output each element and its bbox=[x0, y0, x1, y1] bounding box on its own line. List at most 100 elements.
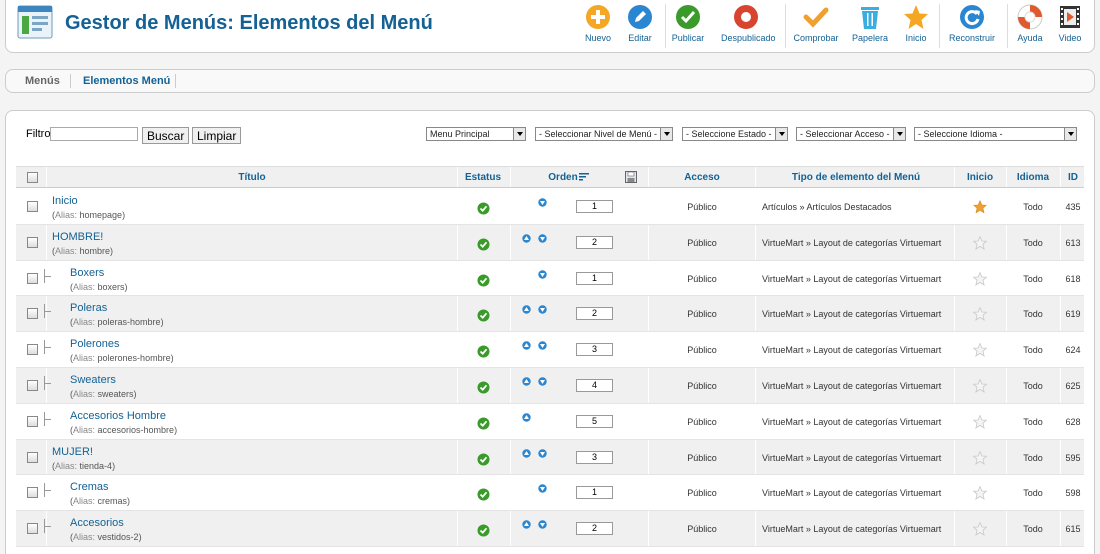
order-down-icon[interactable] bbox=[538, 269, 547, 279]
row-checkbox[interactable] bbox=[27, 308, 38, 320]
access-select[interactable]: - Seleccionar Acceso - bbox=[796, 127, 906, 141]
home-star-outline-icon[interactable] bbox=[972, 521, 988, 537]
order-input[interactable]: 3 bbox=[576, 450, 613, 464]
order-up-icon[interactable] bbox=[522, 520, 531, 529]
level-select[interactable]: - Seleccionar Nivel de Menú - bbox=[535, 127, 673, 141]
order-input[interactable]: 2 bbox=[576, 522, 613, 536]
sort-icon[interactable] bbox=[579, 172, 590, 183]
menu-select[interactable]: Menu Principal bbox=[426, 127, 526, 141]
row-checkbox[interactable] bbox=[27, 344, 38, 356]
column-divider bbox=[648, 368, 649, 403]
order-input[interactable]: 1 bbox=[576, 486, 613, 500]
home-star-outline-icon[interactable] bbox=[972, 342, 988, 358]
alias-value: tienda-4 bbox=[79, 460, 113, 471]
col-type[interactable]: Tipo de elemento del Menú bbox=[792, 172, 920, 183]
row-checkbox[interactable] bbox=[27, 487, 38, 499]
publish-button[interactable]: Publicar bbox=[663, 4, 713, 43]
home-star-outline-icon[interactable] bbox=[972, 306, 988, 322]
item-title-link[interactable]: Polerones bbox=[70, 338, 120, 350]
order-up-icon[interactable] bbox=[522, 377, 531, 386]
order-down-icon[interactable] bbox=[538, 377, 547, 386]
item-title-link[interactable]: Accesorios bbox=[70, 517, 124, 529]
order-up-icon[interactable] bbox=[522, 341, 531, 350]
order-input[interactable]: 4 bbox=[576, 379, 613, 392]
order-down-icon[interactable] bbox=[538, 448, 547, 458]
order-down-icon[interactable] bbox=[538, 234, 547, 243]
published-icon[interactable] bbox=[477, 345, 490, 358]
home-star-outline-icon[interactable] bbox=[972, 414, 988, 429]
item-title-link[interactable]: Sweaters bbox=[70, 374, 116, 386]
published-icon[interactable] bbox=[477, 381, 490, 394]
home-button[interactable]: Inicio bbox=[891, 4, 941, 43]
item-title-link[interactable]: Cremas bbox=[70, 481, 109, 493]
order-down-icon[interactable] bbox=[538, 484, 547, 494]
published-icon[interactable] bbox=[477, 274, 490, 287]
col-title[interactable]: Título bbox=[238, 172, 265, 183]
row-checkbox[interactable] bbox=[27, 201, 38, 212]
col-home[interactable]: Inicio bbox=[967, 172, 993, 183]
unpublish-button[interactable]: Despublicado bbox=[721, 4, 776, 43]
published-icon[interactable] bbox=[477, 202, 490, 215]
order-up-icon[interactable] bbox=[522, 305, 531, 315]
clear-button[interactable]: Limpiar bbox=[192, 127, 242, 144]
order-up-icon[interactable] bbox=[522, 413, 531, 422]
item-title-link[interactable]: Boxers bbox=[70, 267, 104, 279]
order-down-icon[interactable] bbox=[538, 305, 547, 315]
item-title-link[interactable]: Inicio bbox=[52, 195, 78, 207]
order-input[interactable]: 1 bbox=[576, 200, 613, 213]
row-checkbox[interactable] bbox=[27, 272, 38, 284]
home-star-icon[interactable] bbox=[972, 199, 988, 214]
item-title-link[interactable]: Poleras bbox=[70, 302, 107, 314]
order-down-icon[interactable] bbox=[538, 520, 547, 529]
home-star-outline-icon[interactable] bbox=[972, 271, 988, 286]
order-input[interactable]: 2 bbox=[576, 235, 613, 249]
published-icon[interactable] bbox=[477, 453, 490, 466]
row-checkbox[interactable] bbox=[27, 380, 38, 391]
order-down-icon[interactable] bbox=[538, 198, 547, 207]
column-divider bbox=[648, 224, 649, 260]
row-checkbox[interactable] bbox=[27, 523, 38, 535]
rebuild-button[interactable]: Reconstruir bbox=[947, 4, 997, 43]
tree-branch-icon bbox=[44, 304, 56, 319]
select-all-checkbox[interactable] bbox=[27, 172, 38, 183]
order-input[interactable]: 2 bbox=[576, 307, 613, 321]
order-input[interactable]: 1 bbox=[576, 271, 613, 285]
row-checkbox[interactable] bbox=[27, 415, 38, 427]
col-access[interactable]: Acceso bbox=[684, 172, 720, 183]
home-star-outline-icon[interactable] bbox=[972, 378, 988, 393]
language-select[interactable]: - Seleccione Idioma - bbox=[914, 127, 1077, 141]
item-title-link[interactable]: Accesorios Hombre bbox=[70, 410, 166, 422]
edit-button[interactable]: Editar bbox=[615, 4, 665, 43]
order-down-icon[interactable] bbox=[538, 341, 547, 350]
col-order[interactable]: Orden bbox=[548, 172, 577, 183]
column-divider bbox=[755, 403, 756, 439]
item-title-link[interactable]: MUJER! bbox=[52, 446, 93, 458]
order-input[interactable]: 3 bbox=[576, 343, 613, 357]
published-icon[interactable] bbox=[477, 309, 490, 322]
state-select[interactable]: - Seleccione Estado - bbox=[682, 127, 788, 141]
trash-button[interactable]: Papelera bbox=[845, 4, 895, 43]
home-star-outline-icon[interactable] bbox=[972, 485, 988, 501]
published-icon[interactable] bbox=[477, 524, 490, 537]
order-up-icon[interactable] bbox=[522, 448, 531, 458]
checkin-button[interactable]: Comprobar bbox=[791, 4, 841, 43]
submenu-menu-items[interactable]: Elementos Menú bbox=[83, 75, 170, 87]
col-id[interactable]: ID bbox=[1068, 172, 1078, 183]
col-status[interactable]: Estatus bbox=[465, 172, 501, 183]
search-button[interactable]: Buscar bbox=[142, 127, 190, 144]
video-button[interactable]: Video bbox=[1045, 4, 1095, 43]
item-title-link[interactable]: HOMBRE! bbox=[52, 231, 103, 243]
row-checkbox[interactable] bbox=[27, 236, 38, 248]
filter-input[interactable] bbox=[50, 127, 138, 141]
order-input[interactable]: 5 bbox=[576, 414, 613, 428]
col-language[interactable]: Idioma bbox=[1017, 172, 1049, 183]
order-up-icon[interactable] bbox=[522, 234, 531, 243]
home-star-outline-icon[interactable] bbox=[972, 450, 988, 465]
home-star-outline-icon[interactable] bbox=[972, 235, 988, 250]
published-icon[interactable] bbox=[477, 417, 490, 430]
published-icon[interactable] bbox=[477, 238, 490, 251]
row-checkbox[interactable] bbox=[27, 451, 38, 463]
published-icon[interactable] bbox=[477, 488, 490, 501]
submenu-menus[interactable]: Menús bbox=[25, 75, 60, 87]
save-order-icon[interactable] bbox=[625, 171, 637, 183]
